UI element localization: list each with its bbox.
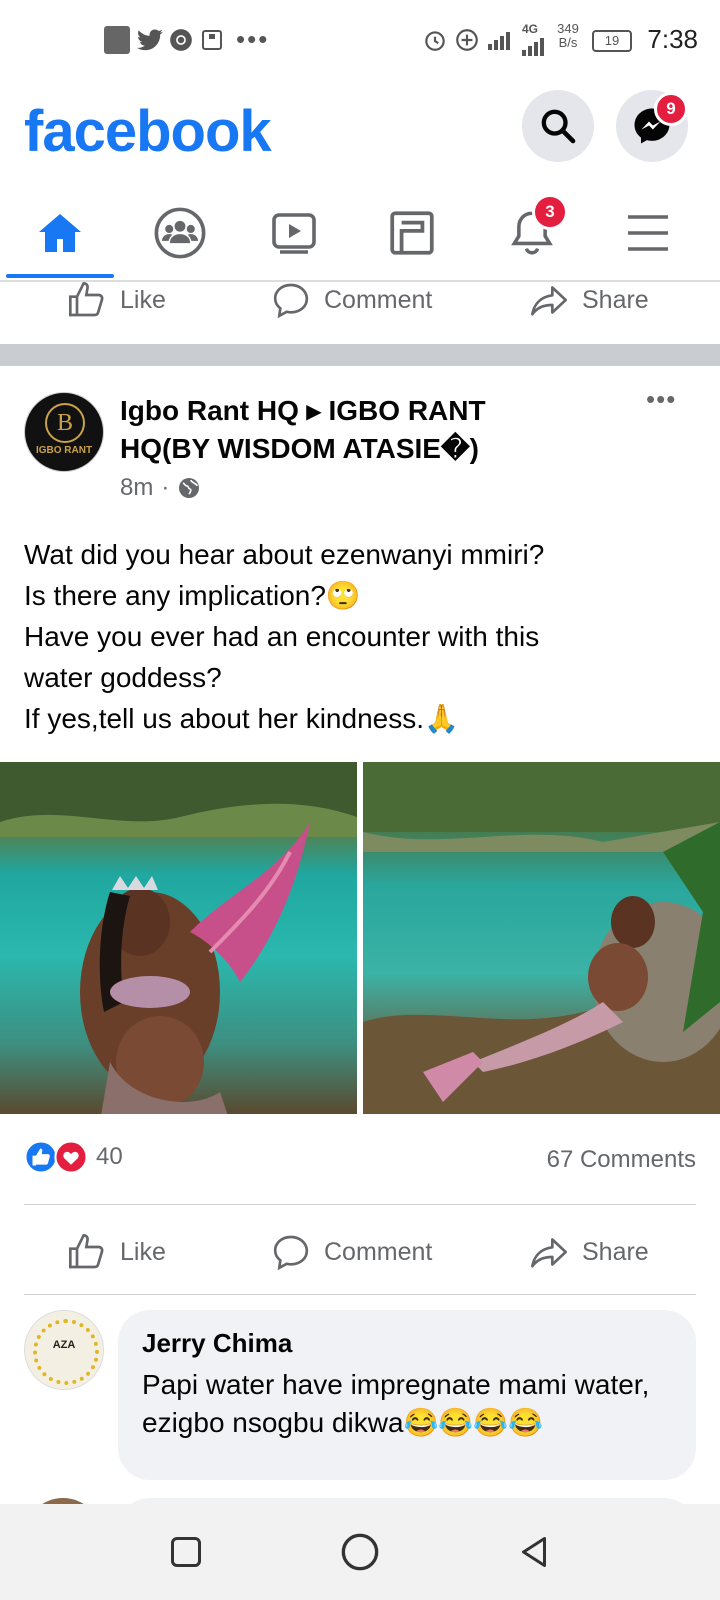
comment-button[interactable]: Comment bbox=[270, 270, 432, 330]
comment-button[interactable]: Comment bbox=[270, 1222, 432, 1282]
post-actions: Like Comment Share bbox=[0, 1222, 720, 1282]
commenter-avatar[interactable]: AZA bbox=[24, 1310, 104, 1390]
divider bbox=[24, 1204, 696, 1205]
tab-watch[interactable] bbox=[234, 190, 354, 276]
photo-1-image bbox=[0, 762, 357, 1114]
post-more-button[interactable]: ••• bbox=[646, 384, 676, 415]
tab-groups[interactable] bbox=[120, 190, 240, 276]
post-text-line: If yes,tell us about her kindness.🙏 bbox=[24, 703, 459, 734]
reactions-summary[interactable]: 40 bbox=[24, 1140, 123, 1174]
gallery-icon bbox=[104, 26, 130, 54]
post-text-line: water goddess? bbox=[24, 662, 222, 693]
more-notifications: ••• bbox=[236, 24, 270, 54]
home-button[interactable] bbox=[340, 1532, 380, 1572]
share-icon bbox=[531, 1238, 567, 1268]
pages-icon bbox=[390, 211, 434, 255]
notifications-badge: 3 bbox=[532, 194, 568, 230]
search-icon bbox=[541, 109, 576, 144]
search-button[interactable] bbox=[522, 90, 594, 162]
data-saver-icon bbox=[456, 29, 478, 51]
post-text-line: Wat did you hear about ezenwanyi mmiri? bbox=[24, 539, 545, 570]
chrome-icon bbox=[170, 29, 192, 51]
home-icon bbox=[39, 214, 81, 252]
recents-button[interactable] bbox=[168, 1534, 204, 1570]
comment-bubble[interactable]: Jerry Chima Papi water have impregnate m… bbox=[118, 1310, 696, 1480]
commenter-avatar-ring bbox=[33, 1319, 99, 1385]
post-author-line1: Igbo Rant HQ ▸ IGBO RANT bbox=[120, 395, 486, 426]
post-text-line: Is there any implication?🙄 bbox=[24, 580, 361, 611]
comment-text: Papi water have impregnate mami water, e… bbox=[142, 1369, 650, 1438]
messenger-badge: 9 bbox=[654, 92, 688, 126]
comments-count[interactable]: 67 Comments bbox=[547, 1146, 696, 1174]
commenter-name[interactable]: Jerry Chima bbox=[142, 1328, 292, 1359]
comment-icon bbox=[273, 1235, 309, 1271]
reactions-count: 40 bbox=[96, 1143, 123, 1170]
menu-icon bbox=[628, 215, 668, 251]
prev-post-actions: Like Comment Share bbox=[0, 270, 720, 330]
net-speed-unit: B/s bbox=[558, 35, 578, 50]
net-speed-value: 349 bbox=[557, 21, 579, 36]
comment-label: Comment bbox=[324, 285, 433, 314]
tab-pages[interactable] bbox=[352, 190, 472, 276]
divider bbox=[24, 1294, 696, 1295]
photo-2-image bbox=[363, 762, 720, 1114]
post-meta: 8m · bbox=[120, 474, 201, 502]
post-text: Wat did you hear about ezenwanyi mmiri? … bbox=[24, 534, 694, 739]
battery-icon: 19 bbox=[592, 30, 632, 52]
net-speed: 349 B/s bbox=[552, 22, 584, 50]
post-photo-1[interactable] bbox=[0, 762, 357, 1114]
comment-icon bbox=[273, 283, 309, 319]
page-avatar-logo: B bbox=[45, 403, 85, 443]
messenger-button[interactable]: 9 bbox=[616, 90, 688, 162]
tab-notifications[interactable]: 3 bbox=[472, 190, 592, 276]
like-label: Like bbox=[120, 1237, 166, 1266]
post-text-line: Have you ever had an encounter with this bbox=[24, 621, 540, 652]
battery-level: 19 bbox=[604, 33, 620, 48]
page-avatar[interactable]: B IGBO RANT bbox=[24, 392, 104, 472]
watch-icon bbox=[272, 213, 316, 254]
system-nav-bar bbox=[0, 1504, 720, 1600]
like-button[interactable]: Like bbox=[66, 270, 166, 330]
signal-2-icon bbox=[522, 38, 544, 56]
twitter-icon bbox=[137, 29, 163, 51]
post-author-line2: HQ(BY WISDOM ATASIE�) bbox=[120, 433, 479, 464]
back-button[interactable] bbox=[516, 1534, 552, 1570]
share-label: Share bbox=[582, 1237, 649, 1266]
like-button[interactable]: Like bbox=[66, 1222, 166, 1282]
facebook-logo[interactable]: facebook bbox=[24, 98, 272, 165]
like-label: Like bbox=[120, 285, 166, 314]
status-bar: ••• 4G 349 B/s 19 7:38 bbox=[0, 0, 720, 80]
post-author[interactable]: Igbo Rant HQ ▸ IGBO RANT HQ(BY WISDOM AT… bbox=[120, 392, 610, 468]
like-icon bbox=[69, 1233, 104, 1269]
signal-icon bbox=[488, 32, 510, 50]
like-reaction-icon bbox=[24, 1140, 58, 1174]
feed-separator bbox=[0, 344, 720, 366]
page-avatar-text: IGBO RANT bbox=[35, 445, 93, 456]
share-label: Share bbox=[582, 285, 649, 314]
tab-home[interactable] bbox=[0, 190, 120, 276]
main-nav: 3 bbox=[0, 190, 720, 282]
tab-menu[interactable] bbox=[588, 190, 708, 276]
like-icon bbox=[69, 281, 104, 317]
commenter-avatar-text: AZA bbox=[52, 1339, 76, 1351]
share-button[interactable]: Share bbox=[528, 1222, 649, 1282]
comment-label: Comment bbox=[324, 1237, 433, 1266]
share-icon bbox=[531, 286, 567, 316]
globe-icon bbox=[179, 478, 200, 498]
love-reaction-icon bbox=[54, 1140, 88, 1174]
groups-icon bbox=[154, 207, 206, 259]
post-photo-2[interactable] bbox=[363, 762, 720, 1114]
post-time: 8m bbox=[120, 474, 154, 501]
clock: 7:38 bbox=[647, 24, 698, 54]
alarm-icon bbox=[425, 31, 445, 51]
meta-dot: · bbox=[161, 474, 170, 501]
share-button[interactable]: Share bbox=[528, 270, 649, 330]
save-icon bbox=[202, 30, 222, 50]
